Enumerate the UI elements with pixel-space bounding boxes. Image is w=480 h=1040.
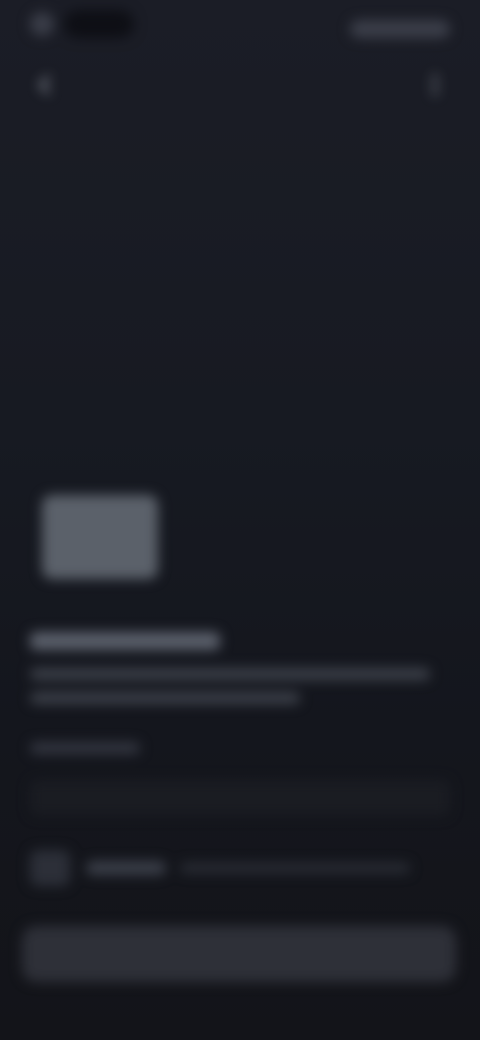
option-detail [180, 863, 410, 873]
status-right-indicators [350, 20, 450, 38]
description-line [30, 668, 430, 680]
section-label [30, 742, 140, 754]
item-description [30, 668, 450, 716]
primary-button[interactable] [22, 926, 456, 982]
item-title-text [30, 632, 220, 650]
status-left [30, 10, 134, 38]
option-row[interactable] [30, 848, 450, 888]
app-screen [0, 0, 480, 1040]
more-icon[interactable] [420, 70, 450, 100]
option-text [86, 861, 410, 875]
status-bar [0, 0, 480, 60]
option-icon [30, 850, 70, 886]
status-indicator-dot [30, 12, 54, 36]
thumbnail-image [42, 495, 158, 579]
option-label [86, 861, 166, 875]
input-field[interactable] [30, 780, 450, 816]
blurred-content [0, 0, 480, 1040]
status-pill [64, 10, 134, 38]
description-line [30, 692, 300, 704]
back-icon[interactable] [30, 70, 60, 100]
item-title [30, 632, 230, 656]
